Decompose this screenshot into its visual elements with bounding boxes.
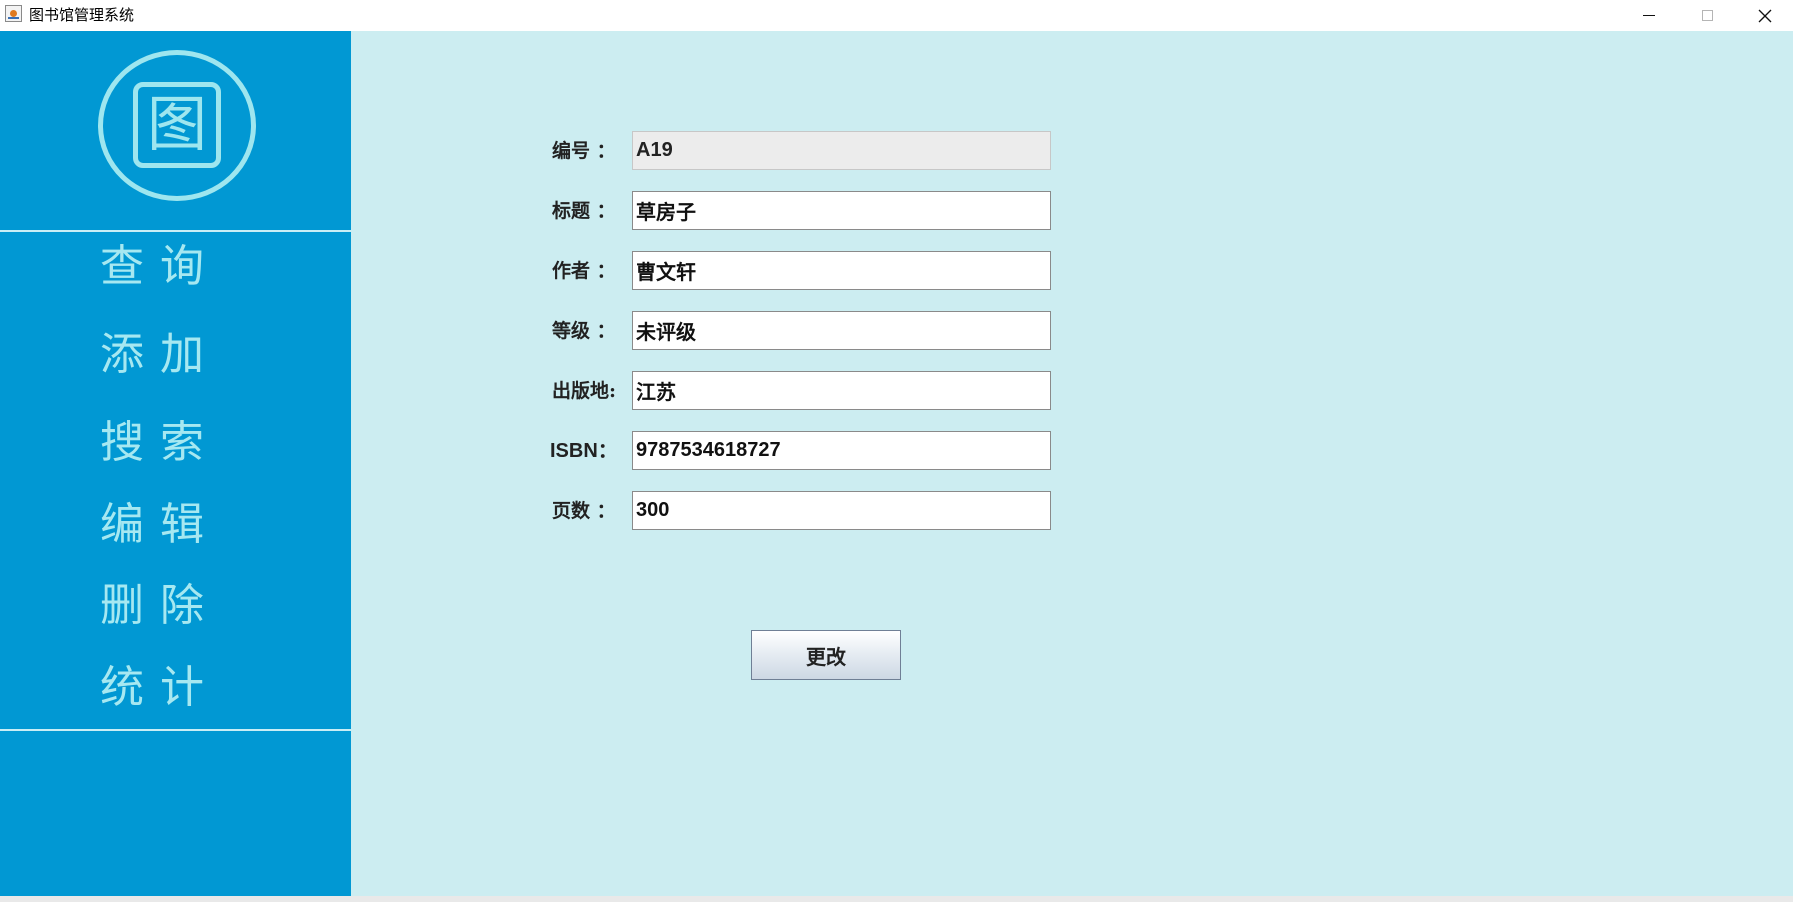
sidebar-item-search[interactable]: 搜索	[100, 413, 300, 473]
isbn-label: ISBN：	[550, 440, 618, 462]
title-field[interactable]	[632, 191, 1051, 230]
sidebar-item-delete[interactable]: 删除	[100, 576, 300, 636]
logo-glyph: 图	[147, 90, 207, 160]
rating-label: 等级 ：	[552, 320, 616, 342]
update-button[interactable]: 更改	[751, 630, 901, 680]
isbn-field[interactable]	[632, 431, 1051, 470]
library-logo: 图	[98, 50, 256, 201]
id-field	[632, 131, 1051, 170]
maximize-button[interactable]	[1678, 0, 1736, 31]
minimize-button[interactable]	[1620, 0, 1678, 31]
publisher-location-label: 出版地:	[552, 380, 617, 402]
sidebar-divider-top	[0, 230, 351, 232]
author-label: 作者 ：	[552, 260, 616, 282]
java-app-icon	[5, 5, 22, 22]
id-label: 编号 ：	[552, 140, 616, 162]
close-button[interactable]	[1736, 0, 1793, 31]
title-bar: 图书馆管理系统	[0, 0, 1793, 31]
edit-book-panel: 编号 ： 标题 ： 作者 ： 等级 ： 出版地: ISBN： 页数 ： 更改	[351, 31, 1793, 896]
sidebar-item-add[interactable]: 添加	[100, 325, 300, 385]
minimize-icon	[1643, 15, 1655, 16]
author-field[interactable]	[632, 251, 1051, 290]
sidebar: 图 查询 添加 搜索 编辑 删除 统计	[0, 31, 351, 896]
sidebar-item-edit[interactable]: 编辑	[100, 495, 300, 555]
close-icon	[1758, 9, 1772, 22]
rating-field[interactable]	[632, 311, 1051, 350]
title-label: 标题 ：	[552, 200, 616, 222]
window-bottom-edge	[0, 896, 1793, 902]
sidebar-item-query[interactable]: 查询	[100, 237, 300, 297]
page-count-field[interactable]	[632, 491, 1051, 530]
publisher-location-field[interactable]	[632, 371, 1051, 410]
window-title: 图书馆管理系统	[29, 6, 135, 24]
logo-frame: 图	[133, 82, 221, 168]
page-count-label: 页数 ：	[552, 500, 616, 522]
sidebar-item-statistics[interactable]: 统计	[100, 658, 300, 718]
maximize-icon	[1701, 10, 1713, 21]
sidebar-divider-bottom	[0, 729, 351, 731]
